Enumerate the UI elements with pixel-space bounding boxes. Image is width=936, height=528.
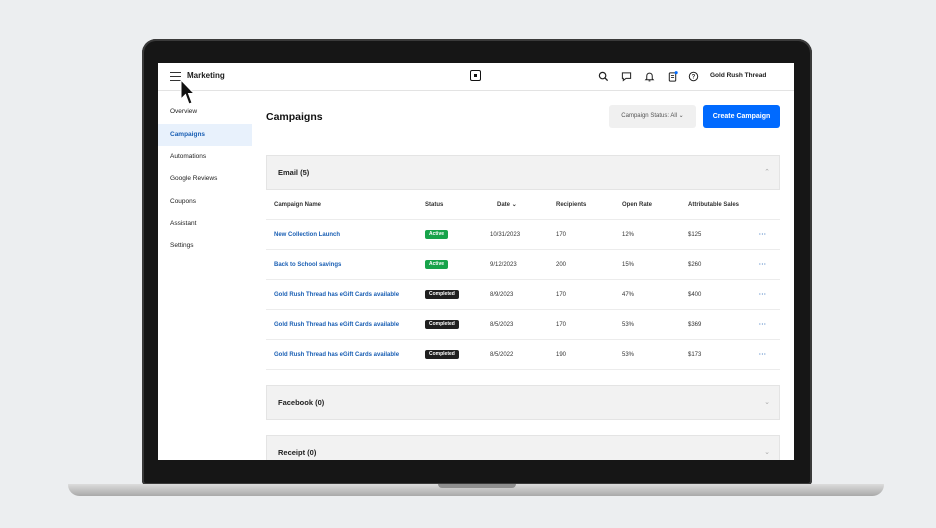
- column-header-status: Status: [425, 202, 444, 208]
- date-cell: 8/5/2023: [490, 322, 514, 328]
- email-section-header[interactable]: Email (5) ⌃: [266, 155, 780, 190]
- recipients-cell: 170: [556, 322, 567, 328]
- page-title: Campaigns: [266, 111, 323, 123]
- cursor-icon: [180, 79, 196, 105]
- sales-cell: $125: [688, 232, 702, 238]
- campaign-name-link[interactable]: Gold Rush Thread has eGift Cards availab…: [274, 340, 399, 370]
- business-name[interactable]: Gold Rush Thread: [710, 72, 766, 79]
- laptop-notch: [438, 484, 516, 488]
- status-cell: Completed: [425, 310, 459, 340]
- status-cell: Completed: [425, 340, 459, 370]
- open-rate-cell: 15%: [622, 262, 635, 268]
- date-cell: 8/5/2022: [490, 352, 514, 358]
- facebook-section-title: Facebook (0): [278, 398, 325, 407]
- status-badge: Completed: [425, 349, 459, 359]
- campaign-status-filter[interactable]: Campaign Status: All ⌄: [609, 105, 696, 128]
- campaign-name-link[interactable]: Gold Rush Thread has eGift Cards availab…: [274, 280, 399, 310]
- sales-cell: $369: [688, 322, 702, 328]
- date-cell: 9/12/2023: [490, 262, 517, 268]
- table-row[interactable]: Gold Rush Thread has eGift Cards availab…: [266, 280, 780, 310]
- recipients-cell: 200: [556, 262, 567, 268]
- status-badge: Active: [425, 229, 449, 239]
- receipt-section-header[interactable]: Receipt (0) ⌄: [266, 435, 780, 460]
- more-actions-icon[interactable]: ···: [759, 310, 767, 340]
- column-header-sales: Attributable Sales: [688, 202, 740, 208]
- create-campaign-button[interactable]: Create Campaign: [703, 105, 780, 128]
- table-row[interactable]: Back to School savings Active 9/12/2023 …: [266, 250, 780, 280]
- sidebar: Overview Campaigns Automations Google Re…: [158, 91, 252, 460]
- date-cell: 10/31/2023: [490, 232, 521, 238]
- open-rate-cell: 53%: [622, 352, 635, 358]
- recipients-cell: 170: [556, 232, 567, 238]
- campaign-name-link[interactable]: Back to School savings: [274, 250, 341, 280]
- bell-icon[interactable]: [644, 71, 655, 82]
- date-header-label: Date: [497, 202, 511, 208]
- sidebar-item-google-reviews[interactable]: Google Reviews: [158, 168, 252, 190]
- more-actions-icon[interactable]: ···: [759, 250, 767, 280]
- table-header-row: Campaign Name Status Date ⌄ Recipients O…: [266, 190, 780, 220]
- sales-cell: $173: [688, 352, 702, 358]
- sidebar-item-settings[interactable]: Settings: [158, 235, 252, 257]
- sidebar-item-overview[interactable]: Overview: [158, 101, 252, 123]
- chevron-down-icon: ⌄: [511, 202, 517, 208]
- column-header-name: Campaign Name: [274, 202, 322, 208]
- table-row[interactable]: Gold Rush Thread has eGift Cards availab…: [266, 310, 780, 340]
- help-icon[interactable]: ?: [688, 71, 699, 82]
- table-row[interactable]: Gold Rush Thread has eGift Cards availab…: [266, 340, 780, 370]
- open-rate-cell: 47%: [622, 292, 635, 298]
- sidebar-item-automations[interactable]: Automations: [158, 146, 252, 168]
- status-cell: Active: [425, 220, 449, 250]
- column-header-date[interactable]: Date ⌄: [497, 190, 517, 220]
- facebook-section-header[interactable]: Facebook (0) ⌄: [266, 385, 780, 420]
- open-rate-cell: 53%: [622, 322, 635, 328]
- column-header-open-rate: Open Rate: [622, 202, 653, 208]
- top-bar: Marketing ? Gold Rush Thread: [158, 63, 794, 91]
- search-icon[interactable]: [598, 71, 609, 82]
- chevron-down-icon: ⌄: [764, 399, 770, 406]
- more-actions-icon[interactable]: ···: [759, 280, 767, 310]
- status-badge: Completed: [425, 289, 459, 299]
- status-cell: Completed: [425, 280, 459, 310]
- app-screen: Marketing ? Gold Rush Thread Overview Ca…: [158, 63, 794, 460]
- square-logo-icon[interactable]: [470, 70, 481, 81]
- sidebar-item-assistant[interactable]: Assistant: [158, 213, 252, 235]
- recipients-cell: 190: [556, 352, 567, 358]
- sidebar-item-campaigns[interactable]: Campaigns: [158, 124, 252, 146]
- chevron-down-icon: ⌄: [678, 113, 684, 119]
- sidebar-item-coupons[interactable]: Coupons: [158, 191, 252, 213]
- email-section-title: Email (5): [278, 168, 310, 177]
- chevron-down-icon: ⌄: [764, 449, 770, 456]
- svg-text:?: ?: [692, 75, 696, 81]
- sales-cell: $260: [688, 262, 702, 268]
- clipboard-icon[interactable]: [667, 71, 678, 82]
- main-content: Campaigns Campaign Status: All ⌄ Create …: [252, 91, 794, 460]
- status-filter-label: Campaign Status: All: [621, 113, 677, 119]
- table-row[interactable]: New Collection Launch Active 10/31/2023 …: [266, 220, 780, 250]
- campaign-name-link[interactable]: New Collection Launch: [274, 220, 340, 250]
- receipt-section-title: Receipt (0): [278, 448, 317, 457]
- column-header-recipients: Recipients: [556, 202, 587, 208]
- recipients-cell: 170: [556, 292, 567, 298]
- more-actions-icon[interactable]: ···: [759, 340, 767, 370]
- message-icon[interactable]: [621, 71, 632, 82]
- open-rate-cell: 12%: [622, 232, 635, 238]
- chevron-up-icon: ⌃: [764, 169, 770, 176]
- campaign-name-link[interactable]: Gold Rush Thread has eGift Cards availab…: [274, 310, 399, 340]
- status-badge: Active: [425, 259, 449, 269]
- sales-cell: $400: [688, 292, 702, 298]
- status-cell: Active: [425, 250, 449, 280]
- date-cell: 8/9/2023: [490, 292, 514, 298]
- status-badge: Completed: [425, 319, 459, 329]
- more-actions-icon[interactable]: ···: [759, 220, 767, 250]
